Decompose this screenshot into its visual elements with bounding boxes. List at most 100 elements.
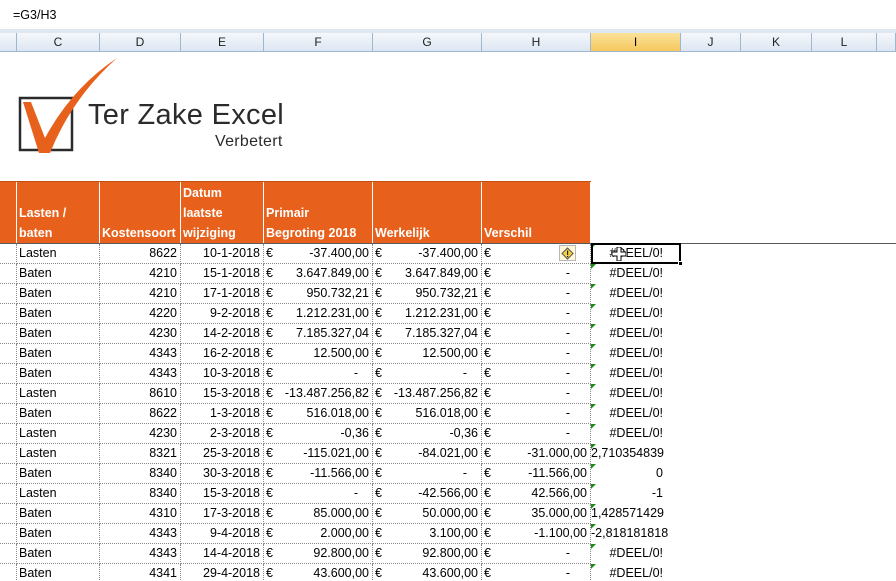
column-header-j[interactable]: J <box>681 33 741 52</box>
column-header-partial[interactable] <box>877 33 896 52</box>
cell-result[interactable]: 1,428571429 <box>591 504 681 524</box>
cell-werkelijk[interactable]: € -13.487.256,82 <box>373 384 482 404</box>
error-warning-icon[interactable] <box>559 245 576 261</box>
cell-verschil[interactable]: € - <box>482 264 591 284</box>
cell-result[interactable]: #DEEL/0! <box>591 564 681 581</box>
cell-primair[interactable]: €516.018,00 <box>264 404 373 424</box>
cell-kostensoort[interactable]: 8622 <box>100 244 181 264</box>
cell-datum[interactable]: 17-3-2018 <box>181 504 264 524</box>
cell-datum[interactable]: 1-3-2018 <box>181 404 264 424</box>
cell-kostensoort[interactable]: 8340 <box>100 484 181 504</box>
cell-kostensoort[interactable]: 4343 <box>100 544 181 564</box>
cell-lasten-baten[interactable]: Baten <box>17 364 100 384</box>
cell-b[interactable] <box>0 524 17 544</box>
cell-verschil[interactable]: € -11.566,00 <box>482 464 591 484</box>
cell-result[interactable]: #DEEL/0! <box>591 544 681 564</box>
cell-werkelijk[interactable]: €950.732,21 <box>373 284 482 304</box>
cell-primair[interactable]: €85.000,00 <box>264 504 373 524</box>
cell-kostensoort[interactable]: 4343 <box>100 524 181 544</box>
cell-verschil[interactable]: € -1.100,00 <box>482 524 591 544</box>
cell-datum[interactable]: 25-3-2018 <box>181 444 264 464</box>
cell-result[interactable]: #DEEL/0! <box>591 384 681 404</box>
cell-primair[interactable]: €12.500,00 <box>264 344 373 364</box>
cell-b[interactable] <box>0 544 17 564</box>
column-header-d[interactable]: D <box>100 33 181 52</box>
cell-lasten-baten[interactable]: Baten <box>17 264 100 284</box>
cell-b[interactable] <box>0 284 17 304</box>
cell-lasten-baten[interactable]: Baten <box>17 304 100 324</box>
cell-lasten-baten[interactable]: Baten <box>17 504 100 524</box>
cell-werkelijk[interactable]: €12.500,00 <box>373 344 482 364</box>
cell-lasten-baten[interactable]: Baten <box>17 284 100 304</box>
cell-result[interactable]: 2,710354839 <box>591 444 681 464</box>
cell-werkelijk[interactable]: € -37.400,00 <box>373 244 482 264</box>
cell-lasten-baten[interactable]: Baten <box>17 404 100 424</box>
cell-b[interactable] <box>0 504 17 524</box>
cell-primair[interactable]: €92.800,00 <box>264 544 373 564</box>
cell-verschil[interactable]: € - <box>482 304 591 324</box>
cell-datum[interactable]: 2-3-2018 <box>181 424 264 444</box>
cell-verschil[interactable]: € - <box>482 384 591 404</box>
header-werkelijk[interactable]: Werkelijk <box>373 182 482 245</box>
column-header-partial[interactable] <box>0 33 17 52</box>
cell-werkelijk[interactable]: €92.800,00 <box>373 544 482 564</box>
cell-primair[interactable]: €2.000,00 <box>264 524 373 544</box>
cell-werkelijk[interactable]: €3.100,00 <box>373 524 482 544</box>
cell-b[interactable] <box>0 404 17 424</box>
cell-datum[interactable]: 29-4-2018 <box>181 564 264 581</box>
cell-lasten-baten[interactable]: Lasten <box>17 244 100 264</box>
header-primair[interactable]: Primair Begroting 2018 <box>264 182 373 245</box>
cell-datum[interactable]: 10-1-2018 <box>181 244 264 264</box>
cell-b[interactable] <box>0 264 17 284</box>
cell-b[interactable] <box>0 424 17 444</box>
cell-b[interactable] <box>0 384 17 404</box>
cell-b[interactable] <box>0 484 17 504</box>
cell-primair[interactable]: € - <box>264 364 373 384</box>
cell-kostensoort[interactable]: 4230 <box>100 424 181 444</box>
formula-bar[interactable]: =G3/H3 <box>0 0 896 30</box>
cell-primair[interactable]: € -13.487.256,82 <box>264 384 373 404</box>
cell-verschil[interactable]: € - <box>482 564 591 581</box>
cell-result[interactable]: -2,818181818 <box>591 524 681 544</box>
cell-result[interactable]: #DEEL/0! <box>591 364 681 384</box>
cell-werkelijk[interactable]: €43.600,00 <box>373 564 482 581</box>
cell-werkelijk[interactable]: €1.212.231,00 <box>373 304 482 324</box>
header-datum[interactable]: Datum laatste wijziging <box>181 182 264 245</box>
formula-input[interactable]: =G3/H3 <box>13 8 56 22</box>
cell-kostensoort[interactable]: 4230 <box>100 324 181 344</box>
cell-verschil[interactable]: €35.000,00 <box>482 504 591 524</box>
cell-kostensoort[interactable]: 4341 <box>100 564 181 581</box>
column-header-f[interactable]: F <box>264 33 373 52</box>
cell-verschil[interactable]: € - <box>482 424 591 444</box>
cell-verschil[interactable]: €42.566,00 <box>482 484 591 504</box>
cell-werkelijk[interactable]: €50.000,00 <box>373 504 482 524</box>
cell-primair[interactable]: €3.647.849,00 <box>264 264 373 284</box>
active-cell-selection[interactable] <box>591 243 683 266</box>
cell-datum[interactable]: 9-4-2018 <box>181 524 264 544</box>
cell-lasten-baten[interactable]: Lasten <box>17 384 100 404</box>
cell-b[interactable] <box>0 444 17 464</box>
cell-primair[interactable]: € -37.400,00 <box>264 244 373 264</box>
cell-datum[interactable]: 15-3-2018 <box>181 484 264 504</box>
cell-result[interactable]: -1 <box>591 484 681 504</box>
cell-verschil[interactable]: € - <box>482 404 591 424</box>
cell-result[interactable]: 0 <box>591 464 681 484</box>
cell-kostensoort[interactable]: 8321 <box>100 444 181 464</box>
cell-b[interactable] <box>0 464 17 484</box>
cell-primair[interactable]: €43.600,00 <box>264 564 373 581</box>
header-lasten-baten[interactable]: Lasten / baten <box>17 182 100 245</box>
cell-datum[interactable]: 16-2-2018 <box>181 344 264 364</box>
cell-kostensoort[interactable]: 4310 <box>100 504 181 524</box>
cell-b[interactable] <box>0 244 17 264</box>
cell-kostensoort[interactable]: 4343 <box>100 344 181 364</box>
cell-datum[interactable]: 15-3-2018 <box>181 384 264 404</box>
cell-b[interactable] <box>0 304 17 324</box>
cell-lasten-baten[interactable]: Lasten <box>17 444 100 464</box>
cell-primair[interactable]: € -0,36 <box>264 424 373 444</box>
cell-kostensoort[interactable]: 8340 <box>100 464 181 484</box>
cell-b[interactable] <box>0 364 17 384</box>
cell-result[interactable]: #DEEL/0! <box>591 404 681 424</box>
cell-primair[interactable]: € - <box>264 484 373 504</box>
column-header-h[interactable]: H <box>482 33 591 52</box>
cell-verschil[interactable]: € - <box>482 284 591 304</box>
